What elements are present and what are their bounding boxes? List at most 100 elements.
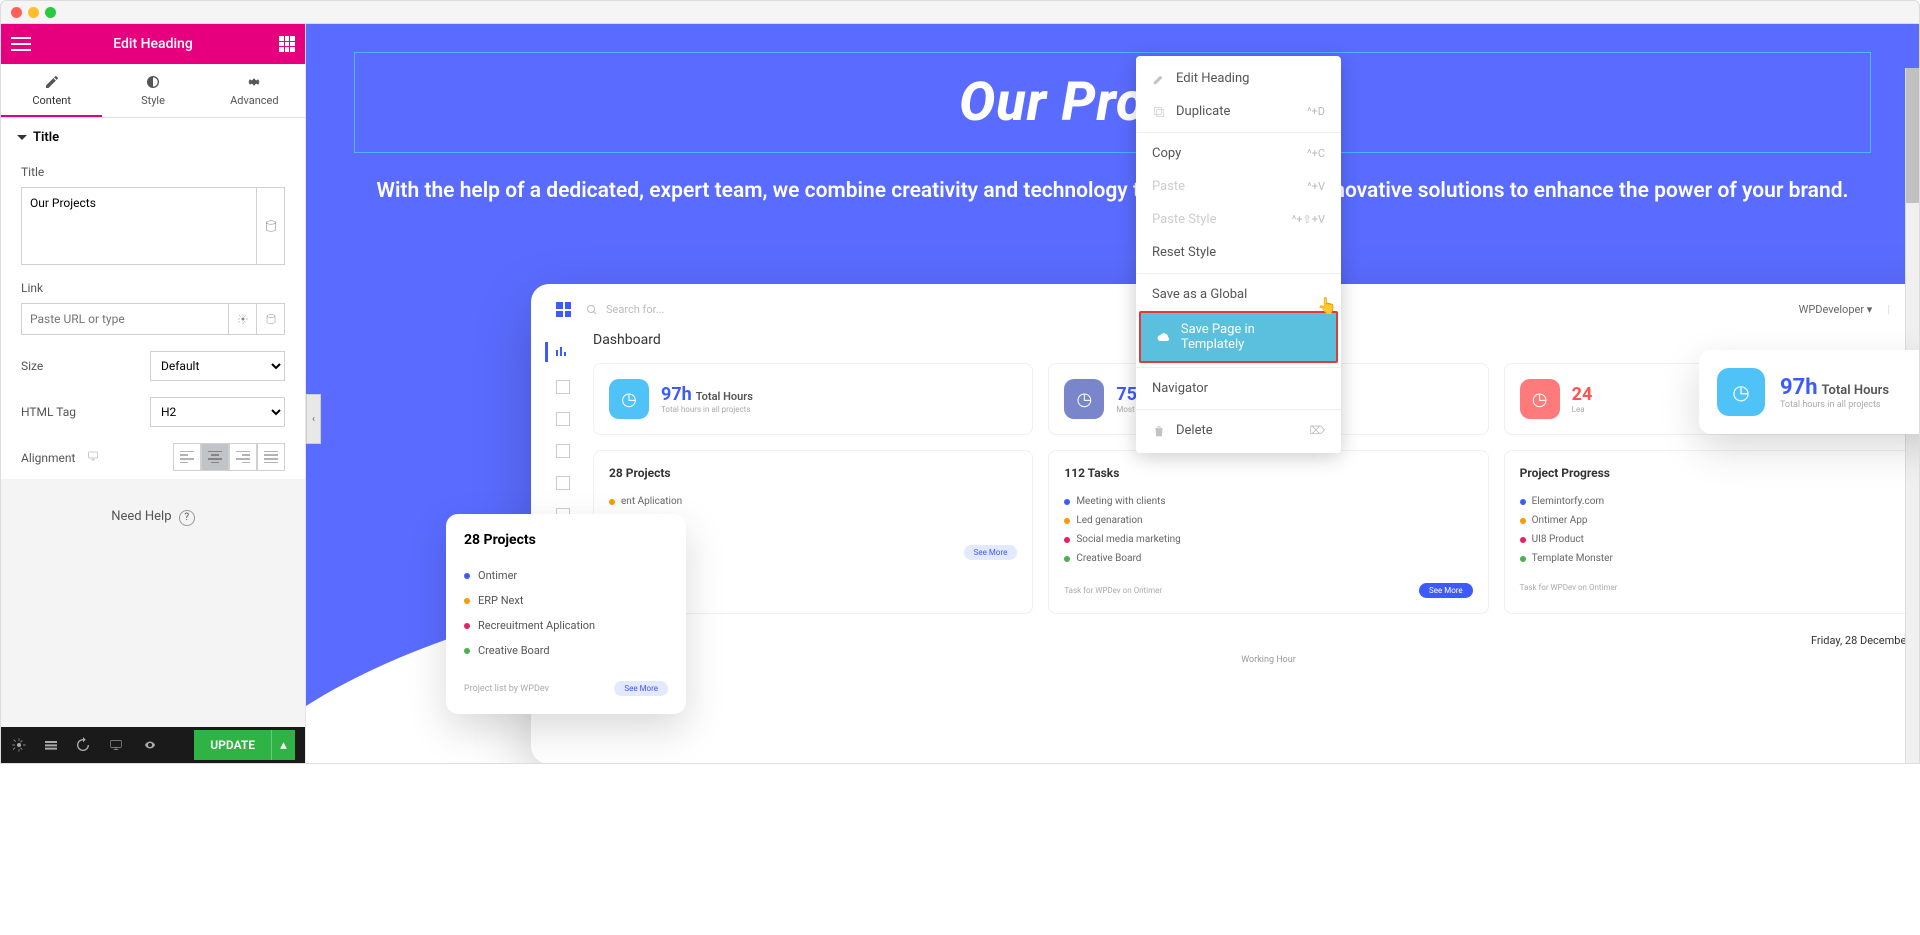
size-select[interactable]: Default xyxy=(150,351,285,381)
rail-item xyxy=(556,412,570,426)
sidebar-title: Edit Heading xyxy=(113,36,193,52)
separator xyxy=(1136,132,1341,133)
ctx-edit-heading[interactable]: Edit Heading xyxy=(1136,62,1341,95)
ctx-paste-style: Paste Style^+⇧+V xyxy=(1136,203,1341,236)
rail-item xyxy=(556,476,570,490)
tab-advanced[interactable]: Advanced xyxy=(204,64,305,117)
maximize-window-button[interactable] xyxy=(45,7,56,18)
page-heading: Our Projects xyxy=(355,71,1870,134)
preview-icon[interactable] xyxy=(141,739,159,751)
size-field: Size Default xyxy=(1,343,305,389)
pencil-icon xyxy=(1152,72,1166,86)
separator xyxy=(1136,409,1341,410)
floating-hours-card: ◷ 97h Total HoursTotal hours in all proj… xyxy=(1699,350,1919,434)
alignment-label: Alignment xyxy=(21,450,100,465)
responsive-icon[interactable] xyxy=(86,450,100,462)
ctx-reset-style[interactable]: Reset Style xyxy=(1136,236,1341,269)
ctx-navigator[interactable]: Navigator xyxy=(1136,372,1341,405)
settings-icon[interactable] xyxy=(11,737,27,753)
floating-projects-card: 28 Projects Ontimer ERP Next Recreuitmen… xyxy=(446,514,686,714)
see-more-button: See More xyxy=(964,545,1018,560)
rail-item-active xyxy=(545,342,570,362)
title-input[interactable]: Our Projects xyxy=(21,187,257,265)
htmltag-field: HTML Tag H2 xyxy=(1,389,305,435)
search-icon xyxy=(586,304,598,316)
align-justify-icon xyxy=(264,451,278,463)
app-grid-icon xyxy=(556,302,571,317)
clock-icon: ◷ xyxy=(609,379,649,419)
user-dropdown: WPDeveloper ▾ xyxy=(1799,303,1873,316)
window-chrome xyxy=(0,0,1920,24)
sidebar-spacer: Need Help ? xyxy=(1,479,305,727)
widgets-grid-icon[interactable] xyxy=(279,36,295,52)
align-center-icon xyxy=(208,451,222,463)
size-label: Size xyxy=(21,359,43,373)
gear-icon xyxy=(237,313,249,325)
clock-icon: ◷ xyxy=(1717,368,1765,416)
dynamic-link-button[interactable] xyxy=(257,303,285,335)
page-subtitle: With the help of a dedicated, expert tea… xyxy=(376,173,1849,211)
ctx-save-global[interactable]: Save as a Global xyxy=(1136,278,1341,311)
link-options-button[interactable] xyxy=(229,303,257,335)
working-hour-label: Working Hour xyxy=(593,655,1919,665)
copy-icon xyxy=(1152,105,1166,119)
align-left-button[interactable] xyxy=(173,443,201,471)
rail-item xyxy=(556,444,570,458)
navigator-icon[interactable] xyxy=(43,737,59,753)
sidebar-footer: UPDATE ▴ xyxy=(1,727,305,763)
ctx-save-templately[interactable]: Save Page in Templately xyxy=(1139,311,1338,363)
alignment-field: Alignment xyxy=(1,435,305,479)
history-icon[interactable] xyxy=(75,737,91,753)
chart-icon xyxy=(556,345,568,357)
need-help-link[interactable]: Need Help ? xyxy=(1,479,305,556)
divider: | xyxy=(1887,303,1890,316)
sidebar-header: Edit Heading xyxy=(1,24,305,64)
align-justify-button[interactable] xyxy=(257,443,285,471)
update-button[interactable]: UPDATE xyxy=(194,730,271,760)
link-input[interactable] xyxy=(21,303,229,335)
tab-content[interactable]: Content xyxy=(1,64,102,117)
minimize-window-button[interactable] xyxy=(28,7,39,18)
align-left-icon xyxy=(180,451,194,463)
scrollbar-thumb[interactable] xyxy=(1906,68,1919,203)
update-options-button[interactable]: ▴ xyxy=(271,730,295,760)
editor-tabs: Content Style Advanced xyxy=(1,64,305,118)
caret-down-icon xyxy=(17,133,27,143)
align-center-button[interactable] xyxy=(201,443,229,471)
htmltag-select[interactable]: H2 xyxy=(150,397,285,427)
delete-key-icon: ⌦ xyxy=(1309,424,1325,437)
title-label: Title xyxy=(21,165,285,179)
elementor-sidebar: Edit Heading Content Style Advanced Titl… xyxy=(1,24,306,763)
clock-icon: ◷ xyxy=(1064,379,1104,419)
ctx-paste: Paste^+V xyxy=(1136,170,1341,203)
title-section-toggle[interactable]: Title xyxy=(1,118,305,157)
collapse-sidebar-button[interactable]: ‹ xyxy=(306,394,321,444)
gear-icon xyxy=(246,74,262,90)
dynamic-tags-button[interactable] xyxy=(257,187,285,265)
progress-card: Project Progress Elemintorfy.com20h Onti… xyxy=(1504,450,1919,614)
editor-canvas: ‹ Our Projects With the help of a dedica… xyxy=(306,24,1919,763)
trash-icon xyxy=(1152,424,1166,438)
database-icon xyxy=(264,219,278,233)
responsive-mode-icon[interactable] xyxy=(107,738,125,752)
stat-card: ◷ 97hTotal HoursTotal hours in all proje… xyxy=(593,363,1033,435)
ctx-copy[interactable]: Copy^+C xyxy=(1136,137,1341,170)
tasks-card: 112 Tasks Meeting with clients Led genar… xyxy=(1048,450,1488,614)
schedule-date: Friday, 28 December, 2019 xyxy=(1811,634,1919,647)
selected-heading-widget[interactable]: Our Projects xyxy=(354,52,1871,153)
rail-item xyxy=(556,380,570,394)
pencil-icon xyxy=(44,74,60,90)
title-field: Title Our Projects xyxy=(1,157,305,273)
ctx-delete[interactable]: Delete ⌦ xyxy=(1136,414,1341,447)
align-right-button[interactable] xyxy=(229,443,257,471)
menu-icon[interactable] xyxy=(11,37,31,51)
see-more-button: See More xyxy=(1419,583,1473,598)
ctx-duplicate[interactable]: Duplicate^+D xyxy=(1136,95,1341,128)
droplet-icon xyxy=(145,74,161,90)
database-icon xyxy=(265,313,277,325)
tab-style[interactable]: Style xyxy=(102,64,203,117)
align-right-icon xyxy=(236,451,250,463)
clock-icon: ◷ xyxy=(1520,379,1560,419)
close-window-button[interactable] xyxy=(11,7,22,18)
context-menu: Edit Heading Duplicate^+D Copy^+C Paste^… xyxy=(1136,56,1341,453)
